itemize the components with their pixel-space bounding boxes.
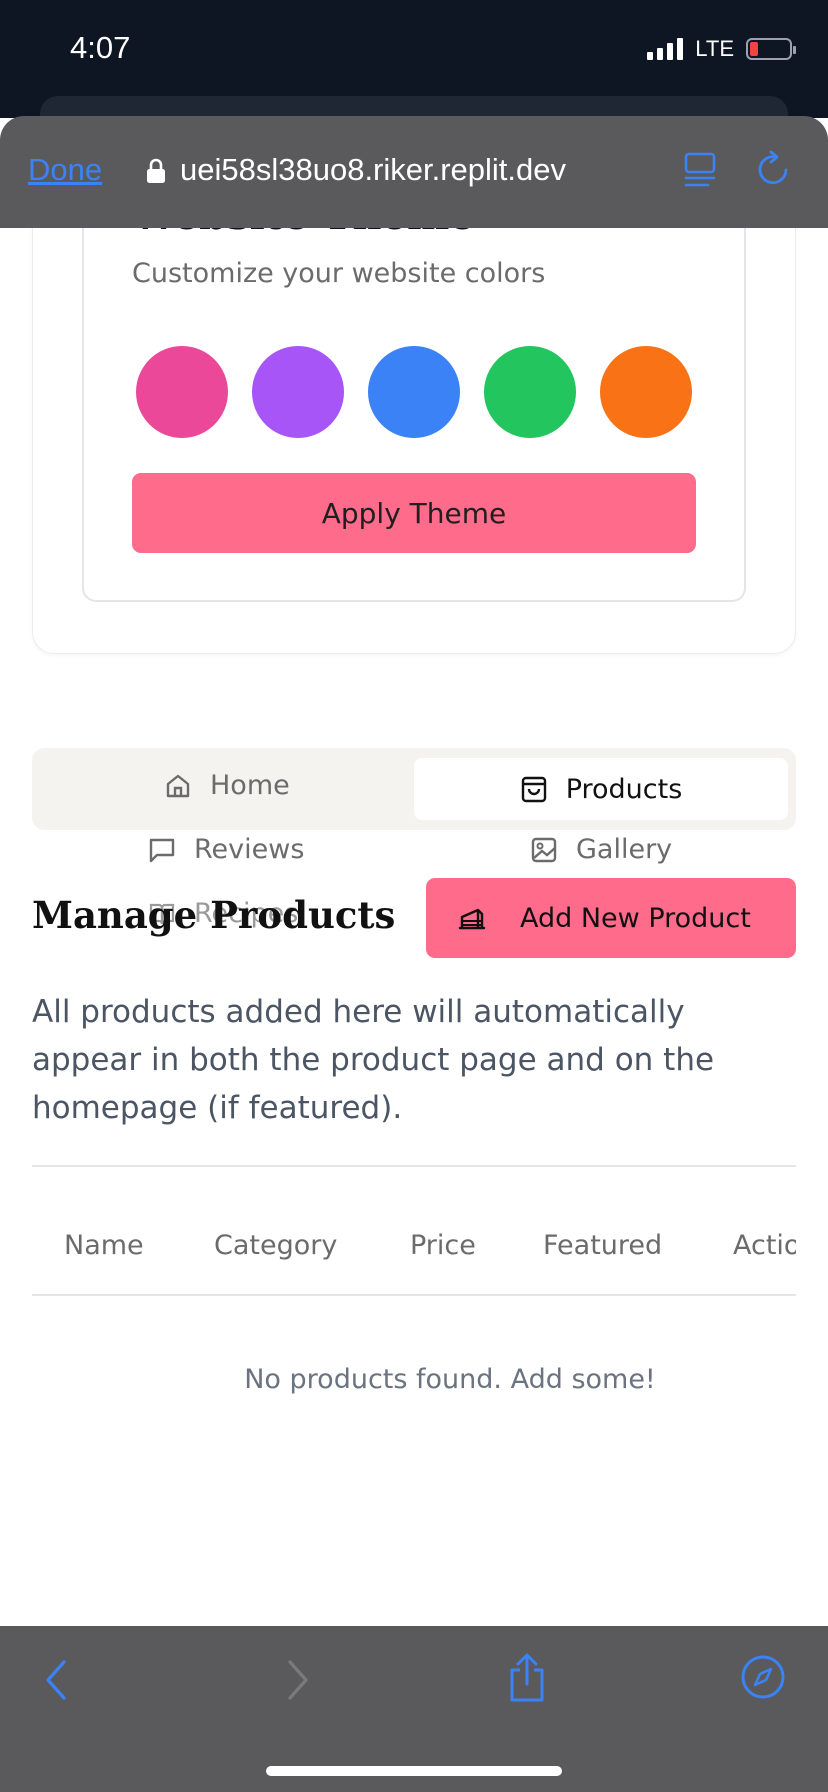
column-header-actions[interactable]: Actions: [733, 1230, 796, 1261]
tab-gallery[interactable]: Gallery: [530, 834, 672, 865]
divider-header: [32, 1294, 796, 1296]
battery-icon: [746, 38, 796, 60]
apply-theme-button[interactable]: Apply Theme: [132, 473, 696, 553]
compass-icon[interactable]: [740, 1654, 786, 1700]
share-icon[interactable]: [506, 1652, 548, 1704]
tab-gallery-label: Gallery: [576, 834, 673, 865]
forward-icon[interactable]: [282, 1658, 312, 1702]
done-button[interactable]: Done: [28, 152, 102, 188]
products-description: All products added here will automatical…: [32, 994, 715, 1126]
swatch-green[interactable]: [484, 346, 576, 438]
message-square-icon: [149, 838, 175, 862]
network-label: LTE: [695, 36, 734, 61]
add-new-product-button[interactable]: Add New Product: [426, 878, 796, 958]
swatch-blue[interactable]: [368, 346, 460, 438]
back-icon[interactable]: [42, 1658, 72, 1702]
reader-icon[interactable]: [684, 152, 718, 188]
tab-home-label: Home: [210, 770, 290, 801]
tab-home[interactable]: Home: [164, 770, 290, 801]
column-header-category[interactable]: Category: [214, 1230, 337, 1261]
column-header-name[interactable]: Name: [64, 1230, 144, 1261]
status-time: 4:07: [70, 30, 131, 65]
reload-icon[interactable]: [756, 150, 792, 188]
url-text[interactable]: uei58sl38uo8.riker.replit.dev: [180, 152, 566, 188]
tab-products-label: Products: [565, 773, 683, 805]
divider-top: [32, 1165, 796, 1167]
column-header-price[interactable]: Price: [410, 1230, 476, 1261]
add-new-product-label: Add New Product: [520, 902, 751, 934]
home-icon: [166, 774, 190, 797]
theme-subtitle: Customize your website colors: [132, 258, 546, 289]
swatch-purple[interactable]: [252, 346, 344, 438]
lock-icon: [147, 158, 165, 183]
empty-state-message: No products found. Add some!: [244, 1364, 656, 1395]
swatch-pink[interactable]: [136, 346, 228, 438]
tab-products[interactable]: Products: [414, 758, 788, 820]
status-indicators: LTE: [647, 36, 796, 62]
manage-products-title: Manage Products: [32, 893, 396, 937]
cake-icon: [458, 904, 486, 932]
signal-icon: [647, 38, 684, 60]
column-header-featured[interactable]: Featured: [543, 1230, 662, 1261]
shopping-bag-icon: [521, 776, 546, 803]
tab-reviews[interactable]: Reviews: [148, 834, 304, 865]
image-icon: [531, 837, 557, 862]
home-indicator: [266, 1766, 562, 1776]
swatch-orange[interactable]: [600, 346, 692, 438]
tab-reviews-label: Reviews: [194, 834, 305, 865]
